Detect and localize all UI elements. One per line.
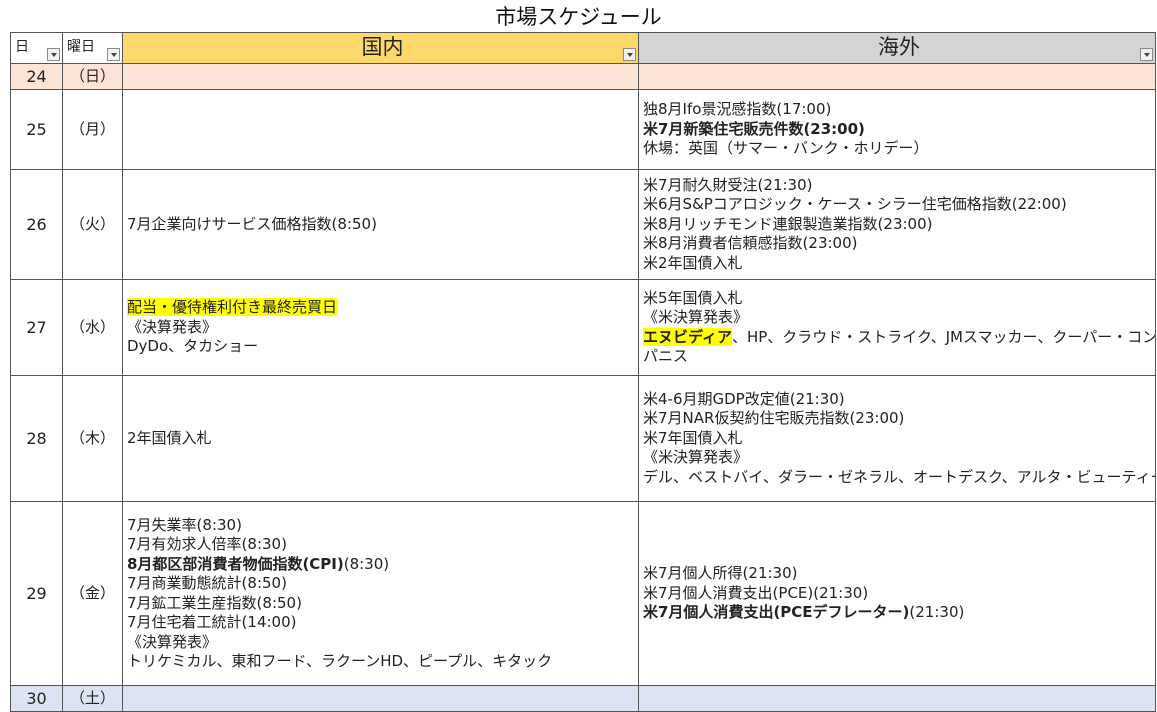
domestic-cell[interactable] [122, 685, 639, 712]
column-header-weekday-label: 曜日 [67, 39, 95, 56]
filter-dropdown-icon[interactable] [47, 48, 60, 61]
highlighted-company: エヌビディア [643, 327, 732, 346]
event-item: 米8月リッチモンド連銀製造業指数(23:00) [643, 214, 933, 233]
table-row: 30 （土） [10, 685, 1156, 712]
event-item: デル、ベストバイ、ダラー・ゼネラル、オートデスク、アルタ・ビューティー [643, 467, 1156, 486]
event-time: (8:30) [343, 554, 390, 573]
domestic-cell[interactable]: 2年国債入札 [122, 375, 639, 502]
column-header-foreign-label: 海外 [878, 35, 920, 60]
table-row: 26 （火） 7月企業向けサービス価格指数(8:50) 米7月耐久財受注(21:… [10, 169, 1156, 280]
weekday-cell[interactable]: （土） [62, 685, 123, 712]
domestic-cell[interactable] [122, 63, 639, 90]
company-list-continued: パニス [643, 347, 689, 365]
company-list: 、HP、クラウド・ストライク、JMスマッカー、クーパー・コン [731, 327, 1156, 346]
highlighted-event: 配当・優待権利付き最終売買日 [127, 298, 338, 317]
day-cell[interactable]: 28 [10, 375, 63, 502]
table-row: 24 （日） [10, 63, 1156, 90]
header-row: 日 曜日 国内 海外 [10, 32, 1156, 64]
foreign-cell[interactable]: 米7月耐久財受注(21:30) 米6月S&Pコアロジック・ケース・シラー住宅価格… [638, 169, 1156, 280]
table-row: 25 （月） 独8月Ifo景況感指数(17:00) 米7月新築住宅販売件数(23… [10, 89, 1156, 170]
weekday-cell[interactable]: （火） [62, 169, 123, 280]
column-header-domestic-label: 国内 [361, 35, 404, 60]
foreign-cell[interactable]: 米5年国債入札 《米決算発表》 エヌビディア、HP、クラウド・ストライク、JMス… [638, 279, 1156, 376]
weekday-cell[interactable]: （金） [62, 501, 123, 686]
event-item: 米2年国債入札 [643, 253, 743, 272]
event-item: 米7年国債入札 [643, 428, 743, 447]
day-cell[interactable]: 29 [10, 501, 63, 686]
column-header-weekday: 曜日 [62, 32, 123, 64]
weekday-cell[interactable]: （日） [62, 63, 123, 90]
domestic-cell[interactable]: 7月企業向けサービス価格指数(8:50) [122, 169, 639, 280]
event-item: 休場：英国（サマー・バンク・ホリデー） [643, 139, 929, 158]
event-item: 7月有効求人倍率(8:30) [127, 535, 287, 553]
event-item: 米7月耐久財受注(21:30) [643, 175, 813, 194]
weekday-cell[interactable]: （水） [62, 279, 123, 376]
earnings-heading: 《米決算発表》 [643, 448, 749, 467]
event-item-bold: 米7月個人消費支出(PCEデフレーター) [643, 603, 910, 622]
table-row: 29 （金） 7月失業率(8:30) 7月有効求人倍率(8:30) 8月都区部消… [10, 501, 1156, 686]
day-cell[interactable]: 27 [10, 279, 63, 376]
event-item: 米7月新築住宅販売件数(23:00) [643, 119, 865, 138]
event-item: 2年国債入札 [127, 428, 212, 447]
event-item: 米7月個人消費支出(PCE)(21:30) [643, 583, 869, 602]
event-item: 7月企業向けサービス価格指数(8:50) [127, 214, 377, 233]
foreign-cell[interactable] [638, 63, 1156, 90]
event-item: 7月住宅着工統計(14:00) [127, 613, 297, 631]
event-item: 米7月個人所得(21:30) [643, 564, 798, 583]
earnings-heading: 《決算発表》 [127, 317, 218, 336]
weekday-cell[interactable]: （月） [62, 89, 123, 170]
filter-dropdown-icon[interactable] [107, 48, 120, 61]
table-row: 27 （水） 配当・優待権利付き最終売買日 《決算発表》 DyDo、タカショー … [10, 279, 1156, 376]
event-item: 米8月消費者信頼感指数(23:00) [643, 234, 858, 253]
foreign-cell[interactable] [638, 685, 1156, 712]
event-item: 7月鉱工業生産指数(8:50) [127, 593, 302, 612]
event-item: 独8月Ifo景況感指数(17:00) [643, 100, 832, 119]
event-item: 米5年国債入札 [643, 288, 743, 307]
earnings-heading: 《決算発表》 [127, 632, 218, 651]
column-header-foreign: 海外 [638, 32, 1156, 64]
schedule-table: 日 曜日 国内 海外 24 （日） 25 （月） 独8月Ifo景況感指数(17:… [10, 32, 1156, 712]
event-item-bold: 8月都区部消費者物価指数(CPI) [127, 554, 344, 573]
day-cell[interactable]: 24 [10, 63, 63, 90]
column-header-day: 日 [10, 32, 63, 64]
event-time: (21:30) [909, 603, 965, 622]
page-title: 市場スケジュール [495, 5, 662, 29]
event-item: トリケミカル、東和フード、ラクーンHD、ピープル、キタック [127, 652, 553, 670]
filter-dropdown-icon[interactable] [1140, 48, 1153, 61]
event-item: 7月失業率(8:30) [127, 515, 242, 534]
event-item: 米7月NAR仮契約住宅販売指数(23:00) [643, 409, 905, 428]
day-cell[interactable]: 30 [10, 685, 63, 712]
domestic-cell[interactable] [122, 89, 639, 170]
foreign-cell[interactable]: 独8月Ifo景況感指数(17:00) 米7月新築住宅販売件数(23:00) 休場… [638, 89, 1156, 170]
event-item: 米4-6月期GDP改定値(21:30) [643, 389, 845, 408]
weekday-cell[interactable]: （木） [62, 375, 123, 502]
event-item: 7月商業動態統計(8:50) [127, 574, 287, 592]
day-cell[interactable]: 26 [10, 169, 63, 280]
earnings-heading: 《米決算発表》 [643, 308, 749, 326]
filter-dropdown-icon[interactable] [623, 48, 636, 61]
foreign-cell[interactable]: 米4-6月期GDP改定値(21:30) 米7月NAR仮契約住宅販売指数(23:0… [638, 375, 1156, 502]
column-header-domestic: 国内 [122, 32, 639, 64]
event-item: DyDo、タカショー [127, 337, 259, 356]
table-row: 28 （木） 2年国債入札 米4-6月期GDP改定値(21:30) 米7月NAR… [10, 375, 1156, 502]
column-header-day-label: 日 [15, 39, 29, 56]
domestic-cell[interactable]: 7月失業率(8:30) 7月有効求人倍率(8:30) 8月都区部消費者物価指数(… [122, 501, 639, 686]
event-item: 米6月S&Pコアロジック・ケース・シラー住宅価格指数(22:00) [643, 195, 1067, 214]
foreign-cell[interactable]: 米7月個人所得(21:30) 米7月個人消費支出(PCE)(21:30) 米7月… [638, 501, 1156, 686]
domestic-cell[interactable]: 配当・優待権利付き最終売買日 《決算発表》 DyDo、タカショー [122, 279, 639, 376]
day-cell[interactable]: 25 [10, 89, 63, 170]
